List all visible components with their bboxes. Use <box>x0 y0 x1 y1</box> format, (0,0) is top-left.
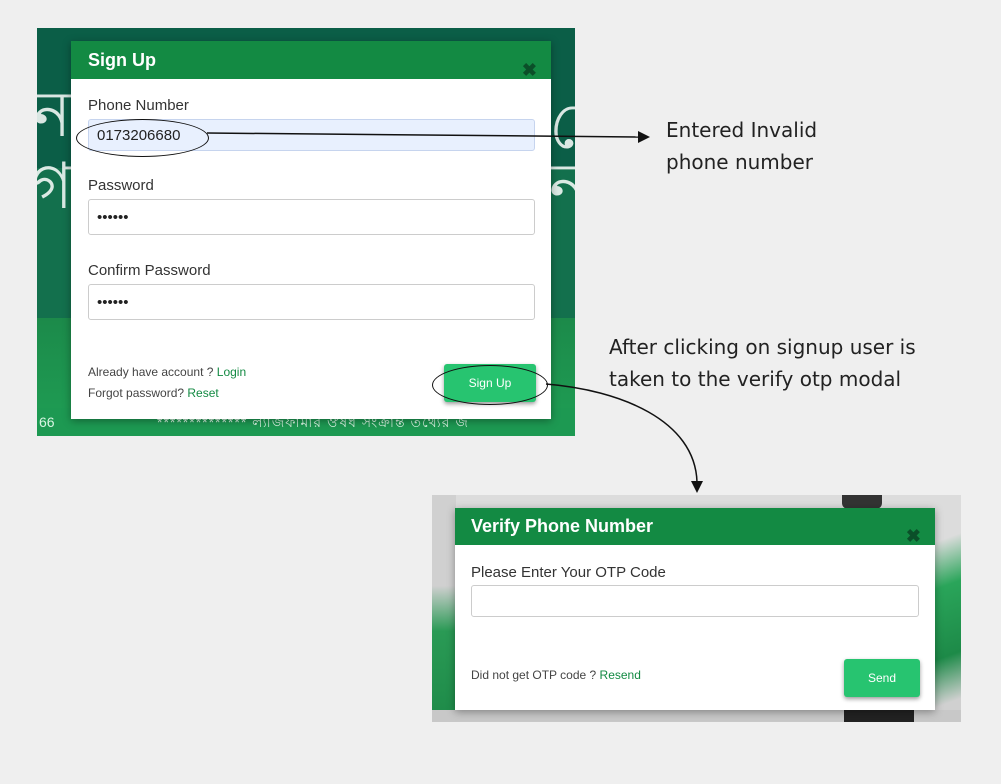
arrow-head <box>638 131 650 143</box>
annotation-line: taken to the verify otp modal <box>609 367 902 391</box>
annotation-line: After clicking on signup user is <box>609 335 916 359</box>
signup-flow-annotation: After clicking on signup user is taken t… <box>609 331 916 395</box>
invalid-phone-annotation: Entered Invalid phone number <box>666 114 817 178</box>
arrow-right-icon <box>206 132 641 138</box>
arrow-down-icon <box>691 481 703 493</box>
arrow-curve <box>545 383 698 483</box>
annotation-line: Entered Invalid <box>666 118 818 142</box>
annotation-line: phone number <box>666 150 814 174</box>
